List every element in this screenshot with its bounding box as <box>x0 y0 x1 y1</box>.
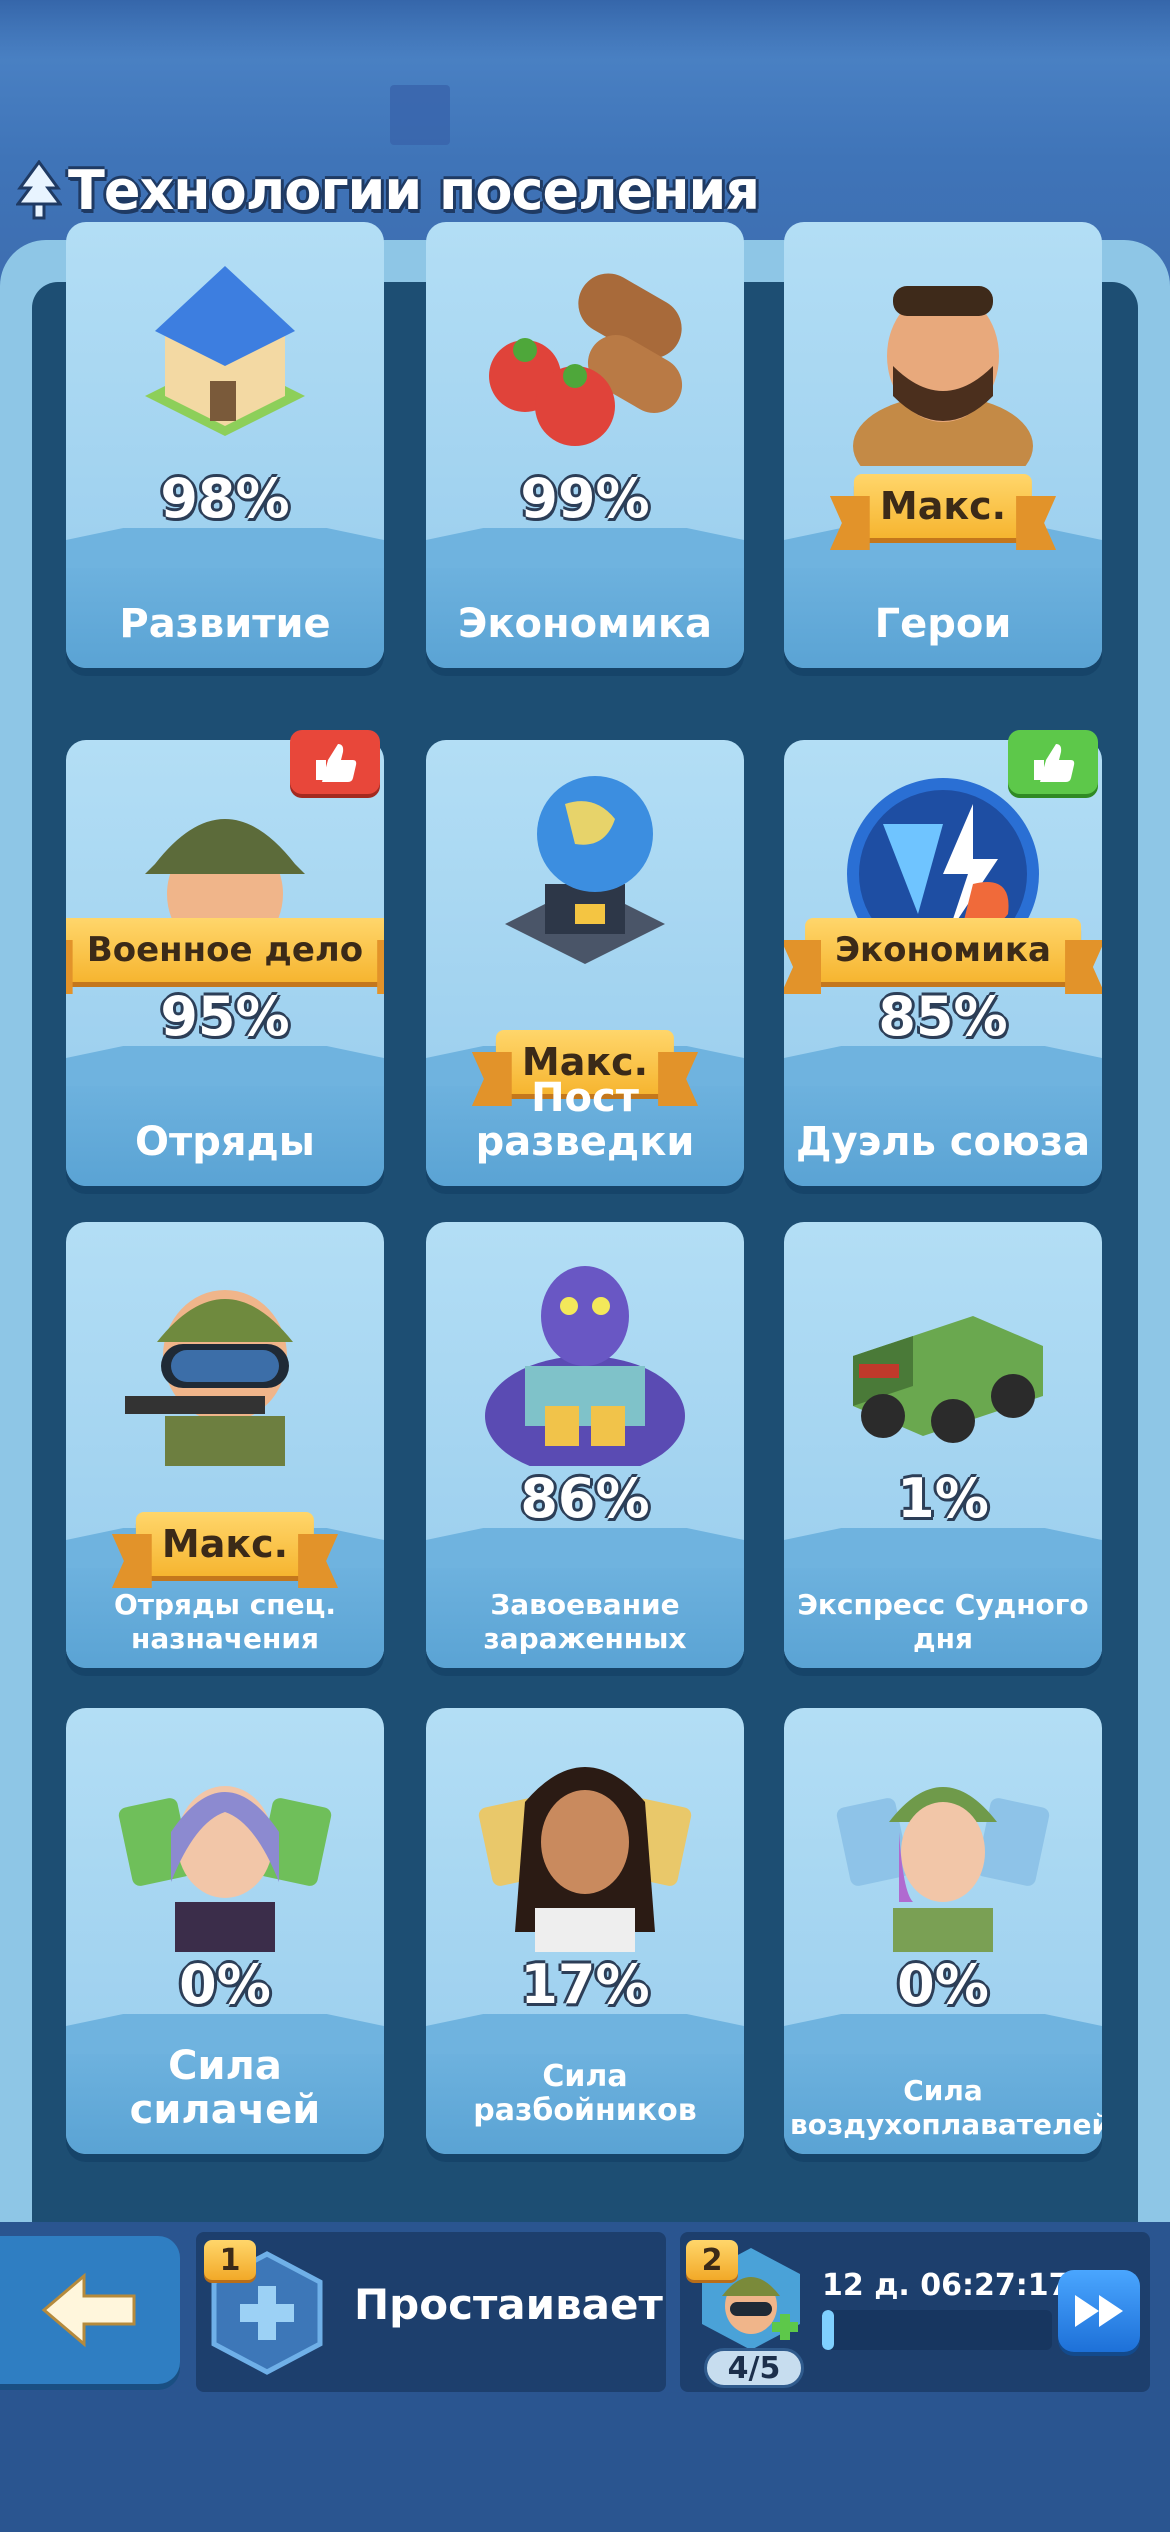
card-title: Сила воздухоплавателей <box>790 2074 1102 2141</box>
back-arrow-icon <box>41 2272 136 2348</box>
research-timer: 12 д. 06:27:17 <box>822 2268 1070 2303</box>
tech-card-development[interactable]: 98% Развитие <box>66 222 384 668</box>
page-header: Технологии поселения <box>16 150 760 230</box>
category-ribbon: Военное дело <box>66 918 384 982</box>
progress-percent: 86% <box>520 1467 650 1530</box>
tech-card-troops[interactable]: Военное дело 95% Отряды <box>66 740 384 1186</box>
progress-percent: 85% <box>878 985 1008 1048</box>
speed-up-button[interactable] <box>1058 2270 1140 2352</box>
tech-card-bruiser-power[interactable]: 0% Сила силачей <box>66 1708 384 2154</box>
special-forces-icon <box>125 1290 293 1466</box>
tech-card-special-forces[interactable]: Макс. Отряды спец. назначения <box>66 1222 384 1668</box>
background-decoration <box>390 85 450 145</box>
progress-percent: 17% <box>520 1953 650 2016</box>
builder-count: 4/5 <box>704 2348 804 2388</box>
back-button[interactable] <box>0 2236 180 2384</box>
max-ribbon: Макс. <box>135 1512 315 1576</box>
tech-card-alliance-duel[interactable]: Экономика 85% Дуэль союза <box>784 740 1102 1186</box>
tech-card-doomsday-express[interactable]: 1% Экспресс Судного дня <box>784 1222 1102 1668</box>
progress-percent: 98% <box>160 467 290 530</box>
hero-portrait-icon <box>853 286 1033 466</box>
card-title: Пост разведки <box>475 1075 695 1165</box>
slot-status-label: Простаивает <box>354 2280 663 2329</box>
fast-forward-icon <box>1075 2295 1123 2327</box>
tech-card-marauder-power[interactable]: 17% Сила разбойников <box>426 1708 744 2154</box>
thumbs-up-recommended-icon <box>290 730 380 794</box>
card-title: Дуэль союза <box>795 1119 1091 1165</box>
zombie-icon <box>485 1266 685 1466</box>
tree-icon <box>16 160 62 220</box>
card-title: Завоевание зараженных <box>483 1588 687 1655</box>
card-title: Герои <box>874 601 1012 647</box>
house-icon <box>145 266 305 436</box>
slot-number-badge: 2 <box>686 2240 738 2280</box>
card-title: Отряды <box>135 1119 315 1165</box>
page-title: Технологии поселения <box>68 158 760 222</box>
card-title: Экономика <box>458 601 712 647</box>
tech-card-heroes[interactable]: Макс. Герои <box>784 222 1102 668</box>
progress-percent: 0% <box>179 1953 271 2016</box>
card-title: Экспресс Судного дня <box>797 1588 1089 1655</box>
progress-fill <box>822 2310 834 2350</box>
tech-grid: 98% Развитие 99% Экономика Макс. Герои В… <box>32 222 1138 2222</box>
slot-number-badge: 1 <box>204 2240 256 2280</box>
card-title: Развитие <box>119 601 331 647</box>
category-ribbon: Экономика <box>805 918 1081 982</box>
card-title: Сила силачей <box>129 2043 321 2133</box>
tech-card-aviator-power[interactable]: 0% Сила воздухоплавателей <box>784 1708 1102 2154</box>
progress-percent: 1% <box>897 1467 989 1530</box>
radar-globe-icon <box>505 776 665 964</box>
progress-percent: 95% <box>160 985 290 1048</box>
thumbs-up-recommended-icon <box>1008 730 1098 794</box>
tech-card-recon-post[interactable]: Макс. Пост разведки <box>426 740 744 1186</box>
aviator-portrait-icon <box>836 1787 1050 1952</box>
marauder-portrait-icon <box>478 1767 692 1952</box>
bruiser-portrait-icon <box>118 1786 332 1952</box>
research-progress-bar <box>822 2310 1052 2350</box>
progress-percent: 99% <box>520 467 650 530</box>
card-title: Сила разбойников <box>473 2059 697 2128</box>
tech-card-infected-conquest[interactable]: 86% Завоевание зараженных <box>426 1222 744 1668</box>
tech-card-economy[interactable]: 99% Экономика <box>426 222 744 668</box>
max-ribbon: Макс. <box>853 474 1033 538</box>
top-band <box>0 0 1170 60</box>
progress-percent: 0% <box>897 1953 989 2016</box>
food-logs-icon <box>489 273 683 446</box>
armored-truck-icon <box>853 1316 1043 1443</box>
card-title: Отряды спец. назначения <box>113 1588 337 1655</box>
